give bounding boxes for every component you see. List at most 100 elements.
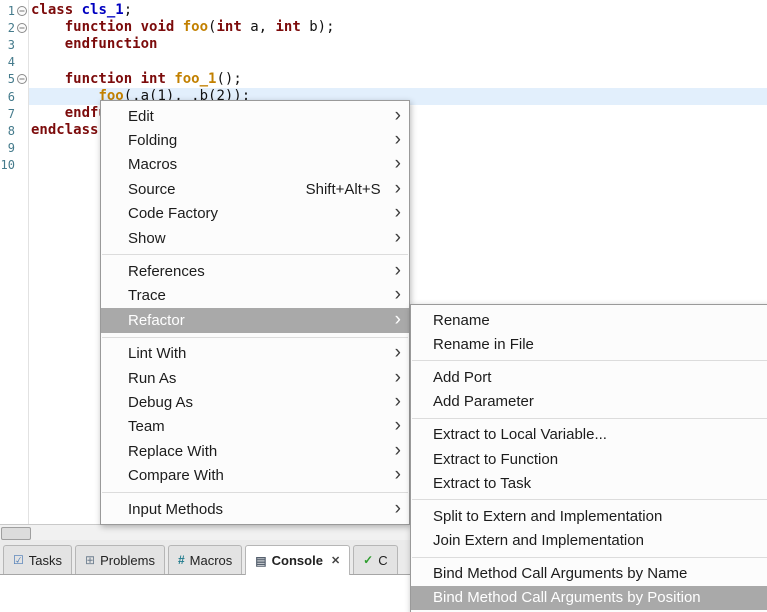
- code-line-2[interactable]: function void foo(int a, int b);: [29, 19, 767, 36]
- menu-item-label: Input Methods: [128, 500, 224, 518]
- menu-item-code-factory[interactable]: Code Factory ›: [101, 202, 409, 226]
- menu-item-show[interactable]: Show ›: [101, 226, 409, 250]
- menu-item-label: Code Factory: [128, 205, 219, 223]
- submenu-item-extract-to-local-variable[interactable]: Extract to Local Variable...: [411, 423, 767, 447]
- fold-collapse-icon[interactable]: [15, 71, 28, 88]
- code-token: int: [140, 70, 166, 87]
- fold-collapse-icon[interactable]: [15, 19, 28, 36]
- view-tab-label: Problems: [100, 552, 155, 568]
- view-tab-label: Macros: [189, 552, 233, 568]
- submenu-item-bind-method-call-arguments-by-name[interactable]: Bind Method Call Arguments by Name: [411, 562, 767, 586]
- code-line-3[interactable]: endfunction: [29, 36, 767, 53]
- gutter-line-8: 8: [0, 122, 28, 139]
- menu-item-team[interactable]: Team ›: [101, 415, 409, 439]
- line-number-ruler: 1 2 3 4 5 6 7 8 9 10: [0, 0, 29, 524]
- menu-item-label: Extract to Function: [433, 450, 559, 468]
- menu-item-lint-with[interactable]: Lint With ›: [101, 342, 409, 366]
- menu-item-label: Edit: [128, 107, 154, 125]
- view-tab-macros[interactable]: # Macros: [167, 545, 243, 574]
- submenu-item-extract-to-function[interactable]: Extract to Function: [411, 447, 767, 471]
- problems-icon: ⊞: [85, 553, 96, 567]
- check-icon: ✓: [363, 553, 374, 567]
- submenu-item-rename[interactable]: Rename: [411, 308, 767, 332]
- gutter-line-1: 1: [0, 2, 28, 19]
- menu-item-run-as[interactable]: Run As ›: [101, 366, 409, 390]
- menu-item-replace-with[interactable]: Replace With ›: [101, 439, 409, 463]
- view-tab-c[interactable]: ✓ C: [353, 545, 398, 574]
- view-tab-problems[interactable]: ⊞ Problems: [75, 545, 165, 574]
- menu-item-label: Source: [128, 180, 176, 198]
- view-tab-label: Tasks: [28, 552, 62, 568]
- menu-item-label: Join Extern and Implementation: [433, 532, 644, 550]
- menu-item-label: Add Parameter: [433, 393, 534, 411]
- submenu-item-add-parameter[interactable]: Add Parameter: [411, 390, 767, 414]
- menu-item-edit[interactable]: Edit ›: [101, 104, 409, 128]
- menu-item-label: Show: [128, 229, 166, 247]
- menu-item-macros[interactable]: Macros ›: [101, 153, 409, 177]
- menu-item-compare-with[interactable]: Compare With ›: [101, 463, 409, 487]
- menu-item-trace[interactable]: Trace ›: [101, 284, 409, 308]
- submenu-item-rename-in-file[interactable]: Rename in File: [411, 332, 767, 356]
- line-number: 2: [7, 20, 15, 35]
- line-number: 7: [7, 106, 15, 121]
- menu-item-source[interactable]: Source Shift+Alt+S ›: [101, 177, 409, 201]
- submenu-arrow-icon: ›: [394, 390, 401, 412]
- submenu-item-bind-method-call-arguments-by-position[interactable]: Bind Method Call Arguments by Position: [411, 585, 767, 611]
- gutter-line-3: 3: [0, 36, 28, 53]
- submenu-arrow-icon: ›: [394, 284, 401, 306]
- view-tab-tasks[interactable]: ☑ Tasks: [3, 545, 72, 574]
- code-line-5[interactable]: function int foo_1();: [29, 71, 767, 88]
- menu-item-label: Extract to Local Variable...: [433, 426, 607, 444]
- submenu-arrow-icon: ›: [394, 342, 401, 364]
- close-icon[interactable]: ✕: [331, 554, 340, 567]
- code-line-1[interactable]: class cls_1;: [29, 2, 767, 19]
- view-tab-console[interactable]: ▤ Console ✕: [245, 545, 351, 575]
- code-token: ();: [216, 70, 242, 87]
- menu-item-label: Debug As: [128, 393, 194, 411]
- submenu-arrow-icon: ›: [394, 308, 401, 330]
- menu-item-debug-as[interactable]: Debug As ›: [101, 390, 409, 414]
- menu-item-label: Trace: [128, 287, 166, 305]
- submenu-item-join-extern-and-implementation[interactable]: Join Extern and Implementation: [411, 529, 767, 553]
- code-token: ;: [123, 2, 133, 18]
- fold-collapse-icon[interactable]: [15, 2, 28, 19]
- gutter-line-2: 2: [0, 19, 28, 36]
- submenu-arrow-icon: ›: [394, 202, 401, 224]
- code-token: class: [31, 2, 74, 18]
- menu-item-label: Rename: [433, 311, 490, 329]
- submenu-arrow-icon: ›: [394, 226, 401, 248]
- code-token: foo_1: [174, 70, 217, 87]
- line-number: 5: [7, 72, 15, 87]
- menu-item-refactor[interactable]: Refactor ›: [101, 308, 409, 333]
- menu-item-references[interactable]: References ›: [101, 259, 409, 283]
- line-number: 1: [7, 3, 15, 18]
- console-icon: ▤: [255, 553, 267, 568]
- submenu-item-add-port[interactable]: Add Port: [411, 365, 767, 389]
- tasks-icon: ☑: [13, 553, 24, 567]
- menu-separator: [102, 254, 408, 256]
- menu-item-folding[interactable]: Folding ›: [101, 128, 409, 152]
- menu-separator: [102, 336, 408, 338]
- submenu-item-split-to-extern-and-implementation[interactable]: Split to Extern and Implementation: [411, 504, 767, 528]
- submenu-item-extract-to-task[interactable]: Extract to Task: [411, 471, 767, 495]
- menu-item-label: Run As: [128, 369, 177, 387]
- code-line-4[interactable]: [29, 54, 767, 71]
- scrollbar-thumb[interactable]: [1, 527, 31, 540]
- menu-separator: [412, 499, 767, 501]
- menu-item-input-methods[interactable]: Input Methods ›: [101, 497, 409, 521]
- code-token: int: [216, 19, 242, 36]
- menu-item-shortcut: Shift+Alt+S: [305, 180, 381, 198]
- submenu-arrow-icon: ›: [394, 464, 401, 486]
- menu-item-label: Refactor: [128, 311, 185, 329]
- gutter-line-4: 4: [0, 54, 28, 71]
